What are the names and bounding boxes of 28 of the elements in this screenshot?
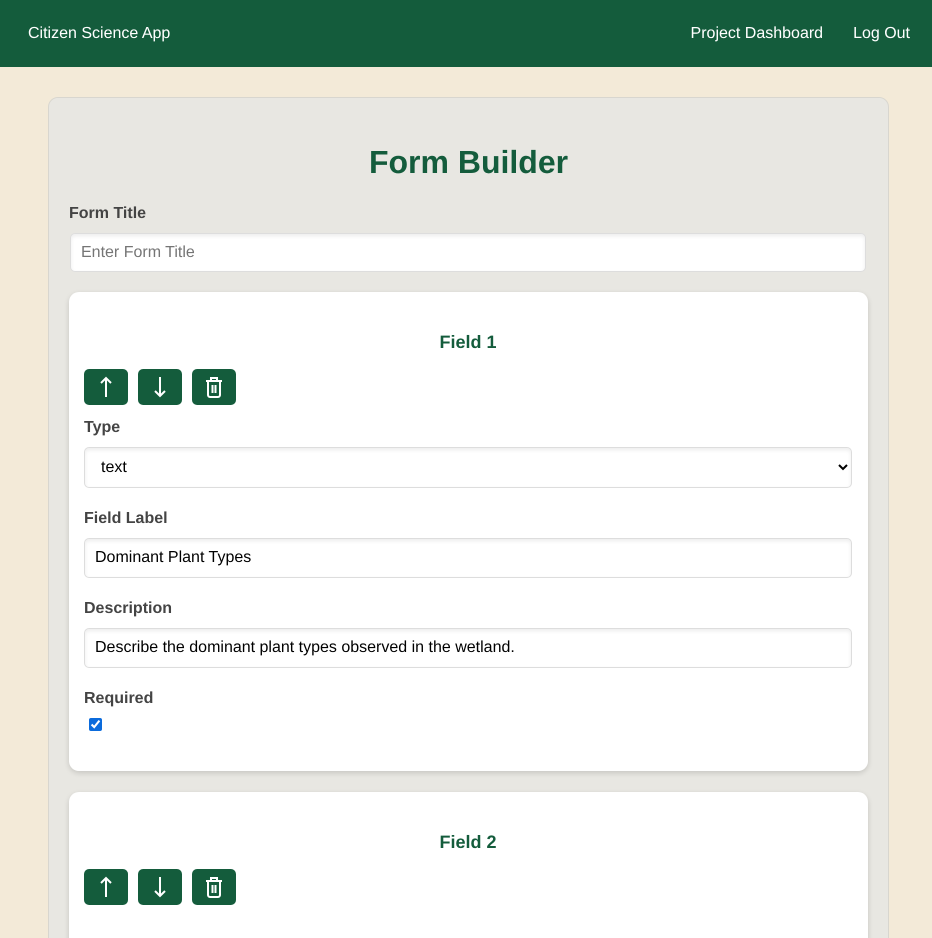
nav-link[interactable]: Project Dashboard [690,24,824,42]
label-input[interactable]: Dominant Plant Types [84,538,852,578]
move-up-button[interactable] [84,369,128,405]
arrow-down-icon [153,876,167,898]
arrow-up-icon [99,876,113,898]
move-down-button[interactable] [138,369,182,405]
move-down-button[interactable] [138,869,182,905]
delete-button[interactable] [192,869,236,905]
field-label: Field Label [84,510,168,528]
arrow-up-icon [99,376,113,398]
app-title[interactable]: Citizen Science App [28,24,170,42]
form-title-input[interactable]: Enter Form Title [70,233,866,272]
description-input[interactable]: Describe the dominant plant types observed in the wetland. [84,628,852,668]
delete-button[interactable] [192,369,236,405]
field-label: Required [84,690,154,708]
type-select[interactable]: text [84,447,852,488]
move-up-button[interactable] [84,869,128,905]
arrow-down-icon [153,376,167,398]
nav-link[interactable]: Log Out [853,24,910,42]
trash-icon [205,376,223,398]
page-title: Form Builder [368,144,568,181]
field-heading: Field 1 [439,332,496,353]
required-checkbox[interactable] [89,718,102,731]
trash-icon [205,876,223,898]
field-label: Type [84,419,120,437]
field-label: Form Title [69,205,146,223]
field-label: Description [84,600,172,618]
field-heading: Field 2 [439,832,496,853]
